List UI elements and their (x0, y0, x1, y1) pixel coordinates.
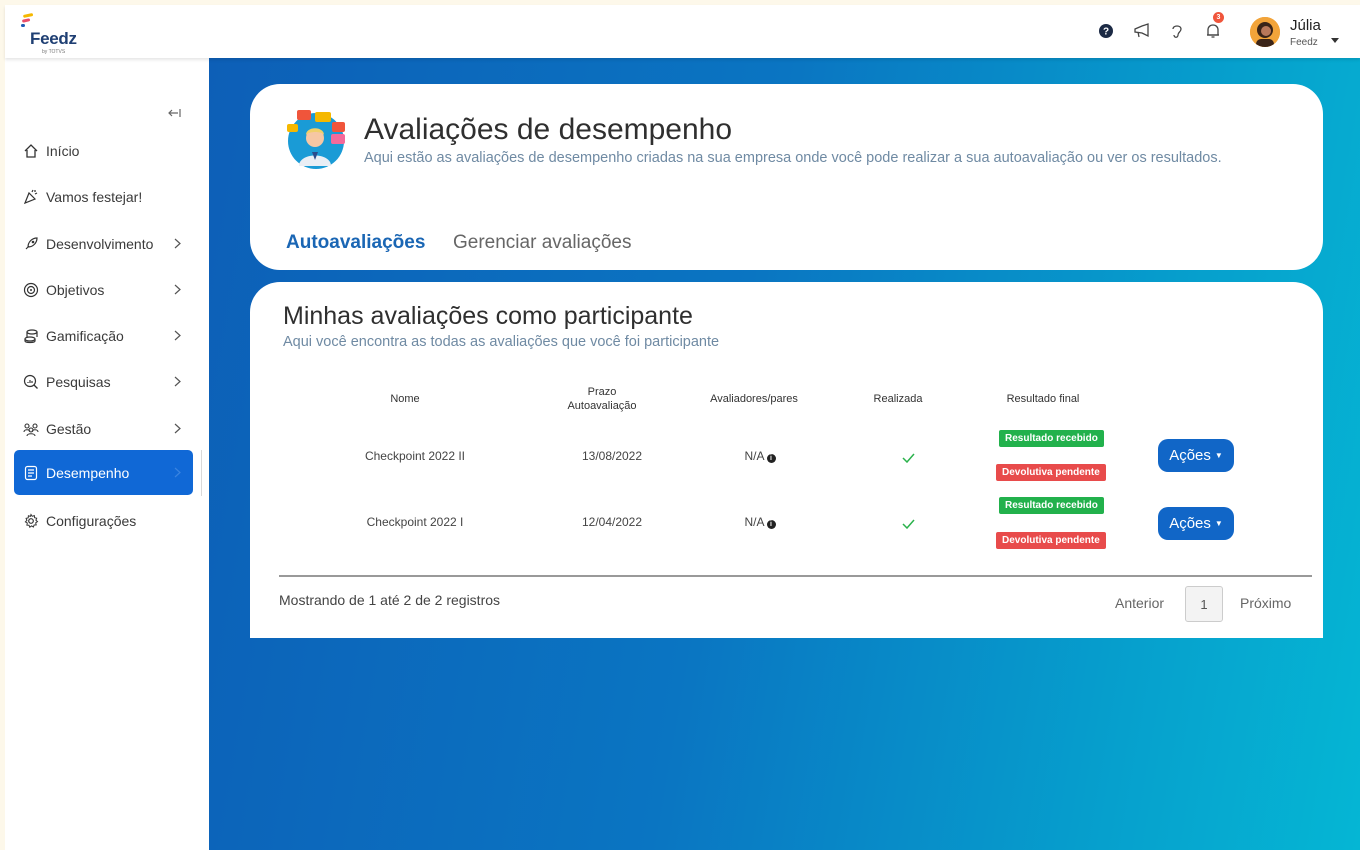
acoes-button[interactable]: Ações ▼ (1158, 439, 1234, 472)
sidebar-item-label: Configurações (46, 512, 137, 529)
user-company: Feedz (1290, 37, 1318, 48)
status-badge-devolutiva-pendente: Devolutiva pendente (996, 532, 1106, 549)
party-popper-icon (22, 188, 40, 206)
sidebar-item-label: Vamos festejar! (46, 188, 143, 205)
column-header-prazo-line2: Autoavaliação (567, 400, 637, 412)
row2-prazo: 12/04/2022 (581, 515, 643, 529)
status-badge-devolutiva-pendente: Devolutiva pendente (996, 464, 1106, 481)
column-header-avaliadores[interactable]: Avaliadores/pares (699, 392, 809, 406)
chevron-right-icon (174, 328, 181, 344)
chevron-right-icon (174, 236, 181, 252)
page-title: Avaliações de desempenho (364, 113, 733, 146)
collapse-sidebar-icon[interactable] (168, 105, 182, 123)
row2-nome: Checkpoint 2022 I (366, 515, 464, 529)
sidebar-item-configuracoes[interactable]: Configurações (14, 498, 193, 543)
sidebar-item-gestao[interactable]: Gestão (14, 406, 193, 451)
row1-nome: Checkpoint 2022 II (364, 449, 466, 463)
chevron-right-icon (174, 421, 181, 437)
logo-text: Feedz (30, 29, 77, 48)
tab-gerenciar-avaliacoes[interactable]: Gerenciar avaliações (453, 232, 631, 254)
sidebar-item-objetivos[interactable]: Objetivos (14, 267, 193, 312)
gear-icon (22, 512, 40, 530)
chevron-right-icon (174, 282, 181, 298)
pagination-page-1[interactable]: 1 (1185, 586, 1223, 622)
team-icon (22, 420, 40, 438)
sidebar-item-label: Gamificação (46, 327, 124, 344)
notification-badge: 3 (1213, 12, 1224, 23)
sidebar-item-label: Desenvolvimento (46, 235, 154, 252)
sidebar: Início Vamos festejar! Desenvolvimento O… (5, 58, 209, 850)
acoes-button[interactable]: Ações ▼ (1158, 507, 1234, 540)
records-info: Mostrando de 1 até 2 de 2 registros (279, 592, 501, 608)
column-header-realizada[interactable]: Realizada (858, 392, 938, 406)
row1-avaliadores-value: N/A (744, 449, 765, 463)
target-icon (22, 281, 40, 299)
check-icon (902, 450, 915, 468)
sidebar-item-label: Gestão (46, 420, 92, 437)
sidebar-item-desempenho[interactable]: Desempenho (14, 450, 193, 495)
home-icon (22, 142, 40, 160)
bell-icon[interactable] (1202, 20, 1224, 42)
sidebar-item-label: Desempenho (46, 464, 130, 481)
rocket-icon (22, 235, 40, 253)
sidebar-item-label: Início (46, 142, 80, 159)
chevron-right-icon (174, 374, 181, 390)
coins-icon (22, 327, 40, 345)
megaphone-icon[interactable] (1131, 20, 1153, 42)
caret-down-icon: ▼ (1214, 451, 1223, 460)
sidebar-item-label: Pesquisas (46, 373, 111, 390)
ear-icon[interactable] (1166, 20, 1188, 42)
top-bar: Feedz by TOTVS ? 3 Júlia Feedz (5, 5, 1360, 58)
sidebar-item-label: Objetivos (46, 281, 105, 298)
sidebar-item-inicio[interactable]: Início (14, 128, 193, 173)
evaluation-illustration-icon (285, 108, 347, 170)
status-badge-resultado-recebido: Resultado recebido (999, 497, 1104, 514)
column-header-nome[interactable]: Nome (365, 392, 445, 406)
column-header-prazo[interactable]: Prazo Autoavaliação (557, 385, 647, 413)
user-name[interactable]: Júlia (1290, 17, 1321, 34)
page-subtitle: Aqui estão as avaliações de desempenho c… (364, 150, 1222, 166)
column-header-resultado[interactable]: Resultado final (993, 392, 1093, 406)
row1-prazo: 13/08/2022 (581, 449, 643, 463)
caret-down-icon: ▼ (1214, 519, 1223, 528)
chevron-right-icon (174, 465, 181, 481)
row2-avaliadores-value: N/A (744, 515, 765, 529)
acoes-button-label: Ações (1169, 515, 1211, 532)
chevron-down-icon[interactable] (1331, 30, 1339, 48)
survey-search-icon (22, 373, 40, 391)
section-subtitle: Aqui você encontra as todas as avaliaçõe… (283, 334, 720, 350)
pagination-next[interactable]: Próximo (1240, 595, 1291, 611)
sidebar-item-pesquisas[interactable]: Pesquisas (14, 359, 193, 404)
clipboard-list-icon (22, 464, 40, 482)
sidebar-item-vamos-festejar[interactable]: Vamos festejar! (14, 174, 193, 219)
feedz-logo[interactable]: Feedz by TOTVS (20, 12, 90, 55)
acoes-button-label: Ações (1169, 447, 1211, 464)
row2-avaliadores: N/A i (725, 515, 795, 529)
section-title: Minhas avaliações como participante (283, 302, 693, 330)
sidebar-item-desenvolvimento[interactable]: Desenvolvimento (14, 221, 193, 266)
info-icon[interactable]: i (766, 454, 776, 463)
help-icon[interactable]: ? (1095, 20, 1117, 42)
sidebar-divider (201, 450, 202, 496)
sidebar-item-gamificacao[interactable]: Gamificação (14, 313, 193, 358)
column-header-prazo-line1: Prazo (587, 386, 617, 398)
logo-subtext: by TOTVS (42, 49, 66, 55)
svg-text:?: ? (1103, 27, 1109, 38)
pagination-previous[interactable]: Anterior (1115, 595, 1164, 611)
status-badge-resultado-recebido: Resultado recebido (999, 430, 1104, 447)
row1-avaliadores: N/A i (725, 449, 795, 463)
table-bottom-divider (279, 575, 1312, 577)
user-avatar[interactable] (1250, 17, 1280, 47)
tab-autoavaliacoes[interactable]: Autoavaliações (286, 232, 425, 254)
info-icon[interactable]: i (766, 520, 776, 529)
check-icon (902, 516, 915, 534)
